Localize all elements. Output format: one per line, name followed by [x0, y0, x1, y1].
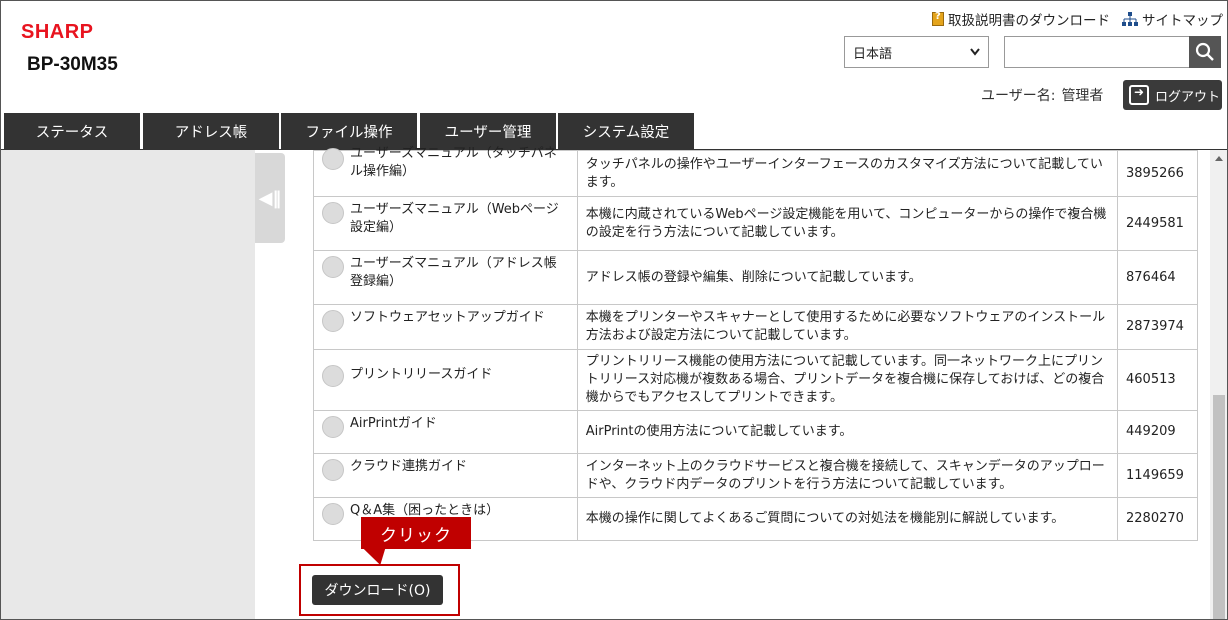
manual-size: 876464 — [1117, 250, 1198, 305]
main-tabs: ステータス アドレス帳 ファイル操作 ユーザー管理 システム設定 — [1, 113, 1227, 150]
manual-description: アドレス帳の登録や編集、削除について記載しています。 — [576, 250, 1119, 305]
manual-size: 2449581 — [1117, 196, 1198, 251]
logout-icon — [1129, 85, 1149, 105]
manual-radio[interactable] — [322, 202, 344, 224]
manual-radio[interactable] — [322, 310, 344, 332]
table-row: ユーザーズマニュアル（アドレス帳登録編） アドレス帳の登録や編集、削除について記… — [313, 250, 1198, 305]
manual-table: ユーザーズマニュアル（タッチパネル操作編） タッチパネルの操作やユーザーインター… — [313, 146, 1198, 541]
manual-description: AirPrintの使用方法について記載しています。 — [576, 410, 1119, 454]
user-info: ユーザー名: 管理者 — [981, 85, 1103, 105]
table-row: ソフトウェアセットアップガイド 本機をプリンターやスキャナーとして使用するために… — [313, 304, 1198, 350]
table-row: ユーザーズマニュアル（Webページ設定編） 本機に内蔵されているWebページ設定… — [313, 196, 1198, 251]
download-button[interactable]: ダウンロード(O) — [312, 575, 443, 605]
manual-size: 1149659 — [1117, 453, 1198, 498]
logout-label: ログアウト — [1155, 89, 1221, 105]
manual-description: 本機をプリンターやスキャナーとして使用するために必要なソフトウェアのインストール… — [576, 304, 1119, 350]
manual-description: タッチパネルの操作やユーザーインターフェースのカスタマイズ方法について記載してい… — [576, 150, 1119, 197]
manual-icon — [932, 11, 944, 26]
tab-address-book[interactable]: アドレス帳 — [143, 113, 279, 150]
manual-radio[interactable] — [322, 256, 344, 278]
search-input[interactable] — [1004, 36, 1190, 68]
manual-download-label: 取扱説明書のダウンロード — [948, 13, 1110, 29]
manual-radio[interactable] — [322, 416, 344, 438]
manual-name: ソフトウェアセットアップガイド — [350, 310, 545, 325]
table-row: ユーザーズマニュアル（タッチパネル操作編） タッチパネルの操作やユーザーインター… — [313, 146, 1198, 197]
browser-frame: SHARP BP-30M35 取扱説明書のダウンロード サイトマップ 日本語 ユ… — [0, 0, 1228, 620]
manual-name: プリントリリースガイド — [350, 367, 493, 382]
manual-description: インターネット上のクラウドサービスと複合機を接続して、スキャンデータのアップロー… — [576, 453, 1119, 498]
table-row: プリントリリースガイド プリントリリース機能の使用方法について記載しています。同… — [313, 349, 1198, 411]
tab-system-settings[interactable]: システム設定 — [558, 113, 694, 150]
user-name: 管理者 — [1061, 88, 1104, 104]
manual-name: AirPrintガイド — [350, 416, 437, 431]
manual-radio[interactable] — [322, 365, 344, 387]
user-label: ユーザー名: — [981, 88, 1056, 104]
manual-radio[interactable] — [322, 459, 344, 481]
logout-button[interactable]: ログアウト — [1123, 80, 1222, 110]
sharp-logo: SHARP — [21, 21, 94, 43]
sitemap-icon — [1122, 12, 1138, 26]
left-menu-panel — [1, 150, 255, 619]
collapse-icon: ◀‖ — [258, 187, 282, 209]
top-links: 取扱説明書のダウンロード サイトマップ — [932, 9, 1223, 29]
table-row: AirPrintガイド AirPrintの使用方法について記載しています。 44… — [313, 410, 1198, 454]
scroll-up-arrow-icon[interactable] — [1215, 156, 1223, 161]
manual-radio[interactable] — [322, 148, 344, 170]
language-select[interactable]: 日本語 — [844, 36, 989, 68]
manual-size: 2280270 — [1117, 497, 1198, 541]
sitemap-label: サイトマップ — [1142, 13, 1223, 29]
search-icon — [1195, 42, 1214, 61]
search-button[interactable] — [1189, 36, 1221, 68]
manual-name: ユーザーズマニュアル（Webページ設定編） — [350, 202, 559, 235]
language-value: 日本語 — [853, 46, 893, 62]
tab-status[interactable]: ステータス — [4, 113, 140, 150]
manual-size: 3895266 — [1117, 150, 1198, 197]
sitemap-link[interactable]: サイトマップ — [1122, 9, 1223, 29]
manual-radio[interactable] — [322, 503, 344, 525]
table-row: クラウド連携ガイド インターネット上のクラウドサービスと複合機を接続して、スキャ… — [313, 453, 1198, 498]
model-name: BP-30M35 — [27, 54, 118, 75]
manual-size: 2873974 — [1117, 304, 1198, 350]
manual-description: プリントリリース機能の使用方法について記載しています。同一ネットワーク上にプリン… — [576, 349, 1119, 411]
manual-download-link[interactable]: 取扱説明書のダウンロード — [932, 9, 1110, 29]
manual-size: 449209 — [1117, 410, 1198, 454]
chevron-down-icon — [970, 48, 980, 56]
callout-pointer — [361, 547, 393, 565]
manual-name: ユーザーズマニュアル（アドレス帳登録編） — [350, 256, 557, 289]
collapse-menu-button[interactable]: ◀‖ — [255, 153, 285, 243]
click-callout: クリック — [361, 517, 471, 549]
manual-description: 本機の操作に関してよくあるご質問についての対処法を機能別に解説しています。 — [576, 497, 1119, 541]
vertical-scrollbar[interactable] — [1210, 150, 1227, 619]
scrollbar-thumb[interactable] — [1213, 395, 1225, 619]
manual-size: 460513 — [1117, 349, 1198, 411]
manual-description: 本機に内蔵されているWebページ設定機能を用いて、コンピューターからの操作で複合… — [576, 196, 1119, 251]
manual-name: クラウド連携ガイド — [350, 459, 468, 474]
manual-name: ユーザーズマニュアル（タッチパネル操作編） — [350, 146, 557, 179]
